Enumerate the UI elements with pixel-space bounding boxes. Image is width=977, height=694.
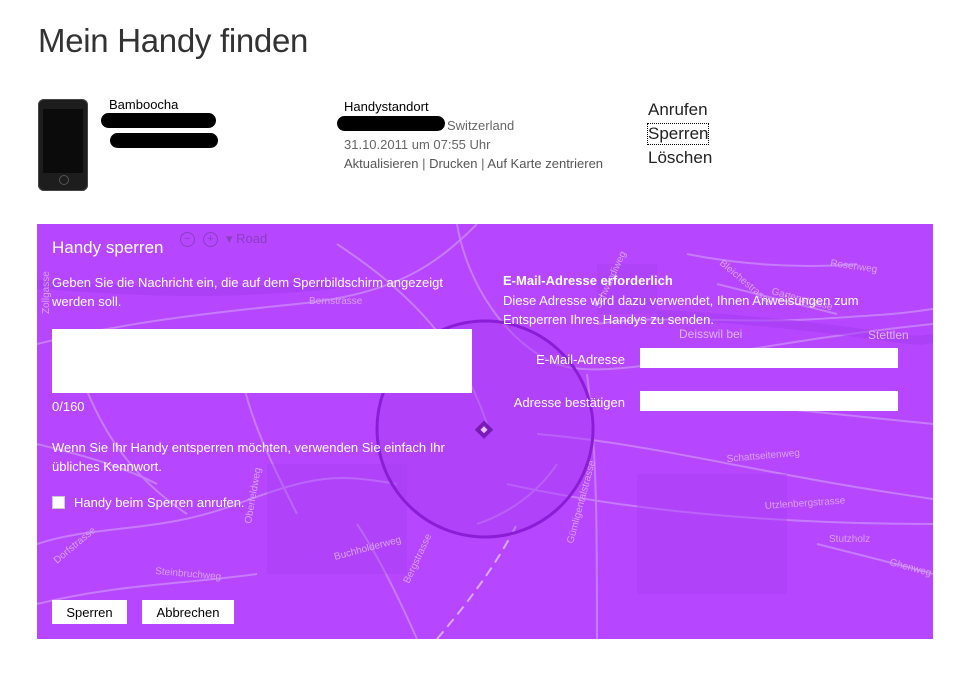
print-link[interactable]: Drucken <box>429 156 477 171</box>
call-on-lock-label: Handy beim Sperren anrufen. <box>74 495 245 510</box>
lock-button[interactable]: Sperren <box>52 600 127 624</box>
redaction-mark <box>110 133 218 148</box>
unlock-hint: Wenn Sie Ihr Handy entsperren möchten, v… <box>52 440 445 474</box>
location-timestamp: 31.10.2011 um 07:55 Uhr <box>344 137 491 152</box>
email-label: E-Mail-Adresse <box>536 352 625 367</box>
location-label: Handystandort <box>344 99 429 114</box>
link-separator: | <box>422 156 426 171</box>
call-on-lock-checkbox[interactable] <box>52 496 65 509</box>
panel-title: Handy sperren <box>52 238 164 257</box>
lock-action[interactable]: Sperren <box>646 123 710 145</box>
lock-message-input[interactable] <box>52 329 472 393</box>
lock-panel: Bernstrasse Gartenstrasse Rosenweg Stett… <box>37 224 933 639</box>
refresh-link[interactable]: Aktualisieren <box>344 156 418 171</box>
confirm-email-label: Adresse bestätigen <box>513 395 625 410</box>
confirm-email-input[interactable] <box>640 391 898 411</box>
phone-image <box>38 99 88 191</box>
device-name: Bamboocha <box>109 97 179 112</box>
call-on-lock-option[interactable]: Handy beim Sperren anrufen. <box>52 495 245 510</box>
cancel-button[interactable]: Abbrechen <box>142 600 234 624</box>
call-action[interactable]: Anrufen <box>648 98 712 122</box>
phone-screen <box>43 109 83 173</box>
erase-action[interactable]: Löschen <box>648 146 712 170</box>
device-actions: Anrufen Sperren Löschen <box>646 98 712 170</box>
windows-button-icon <box>59 175 69 185</box>
message-label: Geben Sie die Nachricht ein, die auf dem… <box>52 275 443 309</box>
location-country: Switzerland <box>447 118 515 133</box>
email-input[interactable] <box>640 348 898 368</box>
email-required-title: E-Mail-Adresse erforderlich <box>503 273 673 288</box>
center-map-link[interactable]: Auf Karte zentrieren <box>487 156 603 171</box>
location-info: Handystandort Switzerland 31.10.2011 um … <box>344 97 603 173</box>
email-description: Diese Adresse wird dazu verwendet, Ihnen… <box>503 293 859 327</box>
redaction-mark <box>101 113 216 128</box>
link-separator: | <box>481 156 485 171</box>
location-links: Aktualisieren | Drucken | Auf Karte zent… <box>344 154 603 173</box>
page-title: Mein Handy finden <box>38 22 309 59</box>
lock-form: Handy sperren Geben Sie die Nachricht ei… <box>37 224 933 639</box>
character-counter: 0/160 <box>52 399 85 414</box>
